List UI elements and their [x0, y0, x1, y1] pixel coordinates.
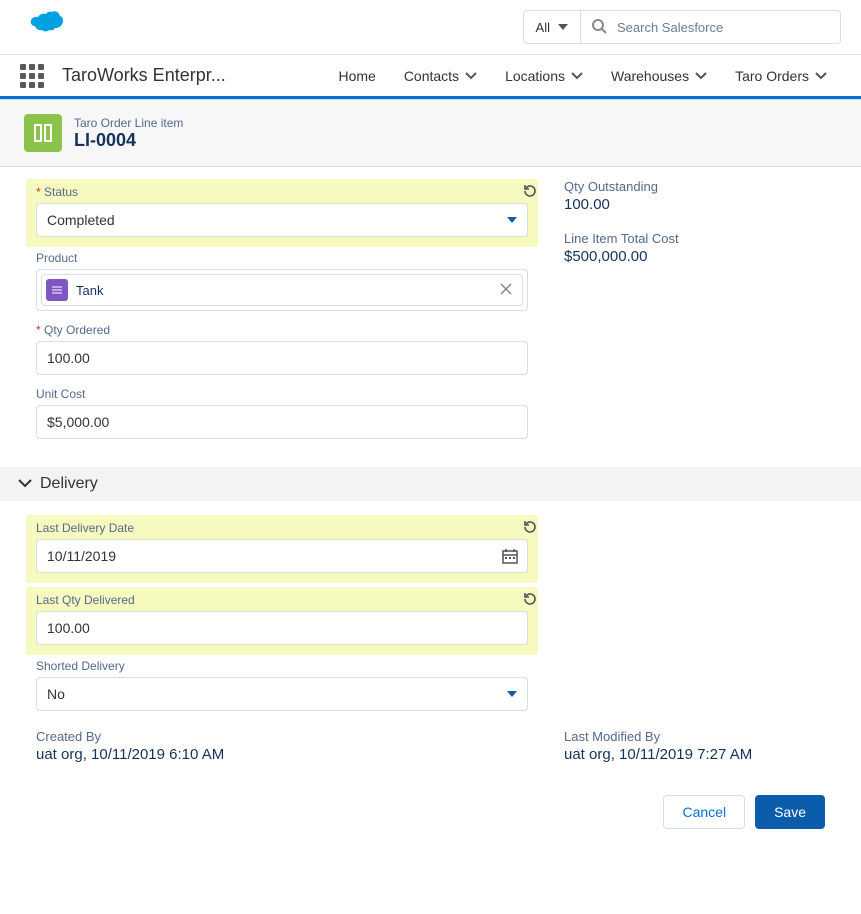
cancel-button[interactable]: Cancel: [663, 795, 745, 829]
nav-label: Locations: [505, 68, 565, 84]
undo-button[interactable]: [522, 519, 538, 538]
undo-button[interactable]: [522, 591, 538, 610]
chevron-down-icon: [815, 72, 827, 80]
nav-item-locations[interactable]: Locations: [491, 54, 597, 98]
product-lookup[interactable]: Tank: [36, 269, 528, 311]
field-last-qty-delivered: Last Qty Delivered: [26, 587, 538, 655]
last-modified-by-label: Last Modified By: [564, 729, 825, 744]
salesforce-logo: [20, 11, 64, 44]
status-value: Completed: [47, 212, 115, 228]
search-input[interactable]: [581, 10, 841, 44]
field-status: Status Completed: [26, 179, 538, 247]
qty-outstanding-value: 100.00: [564, 196, 825, 213]
chevron-down-icon: [18, 479, 32, 489]
chevron-down-icon: [695, 72, 707, 80]
last-modified-by-value: uat org, 10/11/2019 7:27 AM: [564, 746, 825, 763]
line-item-total-label: Line Item Total Cost: [564, 231, 825, 246]
record-type-label: Taro Order Line item: [74, 116, 183, 130]
shorted-delivery-label: Shorted Delivery: [36, 659, 528, 673]
field-last-delivery-date: Last Delivery Date: [26, 515, 538, 583]
search-scope-dropdown[interactable]: All: [523, 10, 581, 44]
qty-ordered-input[interactable]: [36, 341, 528, 375]
nav-item-taro-orders[interactable]: Taro Orders: [721, 54, 841, 98]
caret-down-icon: [507, 691, 517, 697]
qty-ordered-label: Qty Ordered: [36, 323, 528, 337]
clear-icon[interactable]: [494, 283, 518, 298]
shorted-delivery-value: No: [47, 686, 65, 702]
section-toggle-delivery[interactable]: Delivery: [0, 467, 861, 501]
line-item-total-value: $500,000.00: [564, 248, 825, 265]
nav-label: Home: [338, 68, 375, 84]
chevron-down-icon: [465, 72, 477, 80]
status-label: Status: [36, 185, 528, 199]
product-label: Product: [36, 251, 528, 265]
record-title: LI-0004: [74, 130, 183, 151]
caret-down-icon: [558, 24, 568, 30]
last-qty-delivered-label: Last Qty Delivered: [36, 593, 528, 607]
unit-cost-input[interactable]: [36, 405, 528, 439]
field-product: Product Tank: [36, 251, 528, 311]
record-type-icon: [24, 114, 62, 152]
status-select[interactable]: Completed: [36, 203, 528, 237]
unit-cost-label: Unit Cost: [36, 387, 528, 401]
shorted-delivery-select[interactable]: No: [36, 677, 528, 711]
last-delivery-date-input[interactable]: [36, 539, 528, 573]
app-launcher-icon[interactable]: [20, 64, 44, 88]
save-button[interactable]: Save: [755, 795, 825, 829]
undo-button[interactable]: [522, 183, 538, 202]
last-qty-delivered-input[interactable]: [36, 611, 528, 645]
chevron-down-icon: [571, 72, 583, 80]
last-delivery-date-label: Last Delivery Date: [36, 521, 528, 535]
product-pill: Tank: [41, 274, 523, 306]
nav-label: Contacts: [404, 68, 459, 84]
nav-item-warehouses[interactable]: Warehouses: [597, 54, 721, 98]
field-shorted-delivery: Shorted Delivery No: [36, 659, 528, 711]
page-header: Taro Order Line item LI-0004: [0, 99, 861, 167]
field-unit-cost: Unit Cost: [36, 387, 528, 439]
nav-label: Taro Orders: [735, 68, 809, 84]
qty-outstanding-label: Qty Outstanding: [564, 179, 825, 194]
created-by-label: Created By: [36, 729, 528, 744]
nav-item-home[interactable]: Home: [324, 54, 389, 98]
search-scope-label: All: [536, 20, 550, 35]
product-value: Tank: [76, 283, 103, 298]
nav-label: Warehouses: [611, 68, 689, 84]
nav-item-contacts[interactable]: Contacts: [390, 54, 491, 98]
field-qty-ordered: Qty Ordered: [36, 323, 528, 375]
app-name: TaroWorks Enterpr...: [62, 65, 226, 86]
created-by-value: uat org, 10/11/2019 6:10 AM: [36, 746, 528, 763]
product-icon: [46, 279, 68, 301]
caret-down-icon: [507, 217, 517, 223]
search-icon: [591, 18, 607, 37]
section-title: Delivery: [40, 475, 98, 493]
